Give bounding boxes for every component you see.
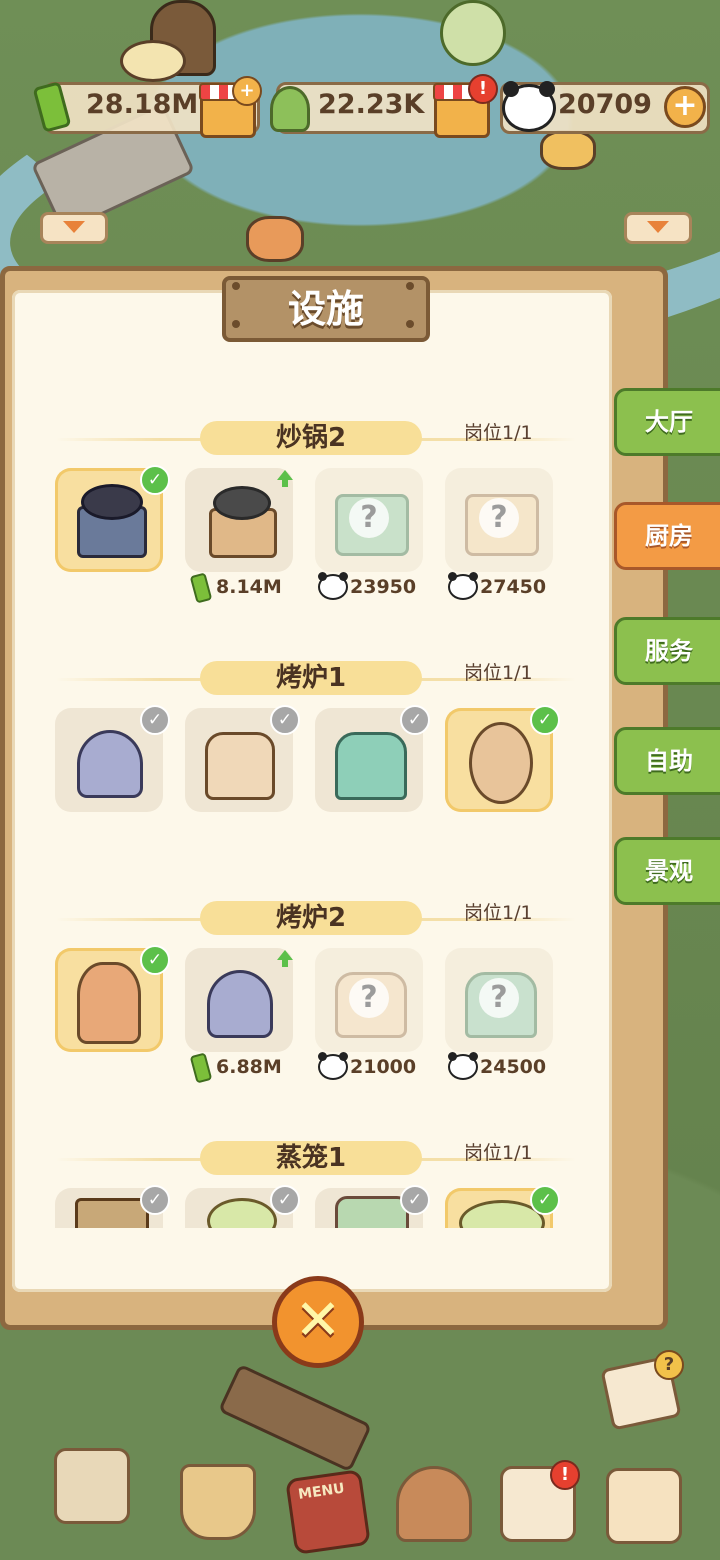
upgrade-arrow-icon xyxy=(277,950,293,967)
owned-check-icon: ✓ xyxy=(140,1185,170,1215)
slot-count: 岗位1/1 xyxy=(464,422,533,444)
menu-book-label: MENU xyxy=(297,1480,346,1503)
steamer-icon xyxy=(335,1196,409,1228)
item-price: 27450 xyxy=(480,576,547,598)
item-price: 24500 xyxy=(480,1056,547,1078)
slot-count: 岗位1/1 xyxy=(464,1142,533,1164)
section-title: 烤炉1 xyxy=(200,661,422,695)
item-price: 21000 xyxy=(350,1056,417,1078)
steamer-icon xyxy=(207,1198,277,1228)
paint-bucket-icon[interactable] xyxy=(180,1464,256,1540)
panda-value: 20709 xyxy=(558,89,652,120)
tab-scenery[interactable]: 景观 xyxy=(614,837,720,905)
nail-icon xyxy=(406,282,414,290)
item-price: 6.88M xyxy=(216,1056,282,1078)
question-icon: ? xyxy=(479,498,519,538)
equipped-check-icon: ✓ xyxy=(140,945,170,975)
wok-icon xyxy=(81,484,143,520)
equipped-check-icon: ✓ xyxy=(530,1185,560,1215)
tab-kitchen[interactable]: 厨房 xyxy=(614,502,720,570)
owned-check-icon: ✓ xyxy=(270,1185,300,1215)
tab-hall[interactable]: 大厅 xyxy=(614,388,720,456)
food-plate xyxy=(120,40,186,82)
panda-cost-icon xyxy=(318,572,348,600)
tab-service[interactable]: 服务 xyxy=(614,617,720,685)
slot-count: 岗位1/1 xyxy=(464,902,533,924)
facility-item[interactable] xyxy=(185,948,293,1052)
food-plate xyxy=(246,216,304,262)
tab-self-service[interactable]: 自助 xyxy=(614,727,720,795)
add-badge-icon: + xyxy=(232,76,262,106)
shop-box-icon[interactable] xyxy=(606,1468,682,1544)
owned-check-icon: ✓ xyxy=(400,1185,430,1215)
section-title: 蒸笼1 xyxy=(200,1141,422,1175)
close-button[interactable]: ✕ xyxy=(272,1276,364,1368)
section-title: 烤炉2 xyxy=(200,901,422,935)
oven-icon xyxy=(335,732,407,800)
nail-icon xyxy=(232,320,240,328)
owned-check-icon: ✓ xyxy=(270,705,300,735)
scroll-down-tab[interactable] xyxy=(40,212,108,244)
tree-stump xyxy=(440,0,506,66)
help-icon: ? xyxy=(654,1350,684,1380)
facility-item[interactable] xyxy=(185,468,293,572)
bamboo-value: 28.18M xyxy=(86,89,199,120)
clay-oven-icon xyxy=(77,962,141,1044)
item-price: 8.14M xyxy=(216,576,282,598)
mushroom-icon[interactable] xyxy=(396,1466,472,1542)
panda-icon xyxy=(502,81,556,132)
equipped-check-icon: ✓ xyxy=(530,705,560,735)
bamboo-shoot-icon xyxy=(270,86,310,132)
panda-oven-icon xyxy=(205,732,275,800)
panda-clay-oven-icon xyxy=(469,722,533,804)
oven-icon xyxy=(77,730,143,798)
question-icon: ? xyxy=(349,978,389,1018)
upgrade-arrow-icon xyxy=(277,470,293,487)
question-icon: ? xyxy=(479,978,519,1018)
alert-icon: ! xyxy=(550,1460,580,1490)
item-price: 23950 xyxy=(350,576,417,598)
question-icon: ? xyxy=(349,498,389,538)
menu-book-icon[interactable]: MENU xyxy=(285,1469,371,1555)
coin-value: 22.23K xyxy=(318,89,425,120)
food-plate xyxy=(540,130,596,170)
wok-icon xyxy=(213,486,271,520)
steamer-icon xyxy=(75,1198,149,1228)
slot-count: 岗位1/1 xyxy=(464,662,533,684)
panda-cost-icon xyxy=(448,572,478,600)
nail-icon xyxy=(232,282,240,290)
alert-icon: ! xyxy=(468,74,498,104)
panda-cost-icon xyxy=(318,1052,348,1080)
section-title: 炒锅2 xyxy=(200,421,422,455)
oven-icon xyxy=(207,970,273,1038)
equipped-check-icon: ✓ xyxy=(140,465,170,495)
map-icon[interactable] xyxy=(54,1448,130,1524)
panel-title: 设施 xyxy=(222,276,430,342)
section-row-clip xyxy=(40,1186,580,1228)
panda-cost-icon xyxy=(448,1052,478,1080)
scroll-down-tab[interactable] xyxy=(624,212,692,244)
owned-check-icon: ✓ xyxy=(140,705,170,735)
owned-check-icon: ✓ xyxy=(400,705,430,735)
add-panda-button[interactable]: + xyxy=(664,86,706,128)
nail-icon xyxy=(406,320,414,328)
